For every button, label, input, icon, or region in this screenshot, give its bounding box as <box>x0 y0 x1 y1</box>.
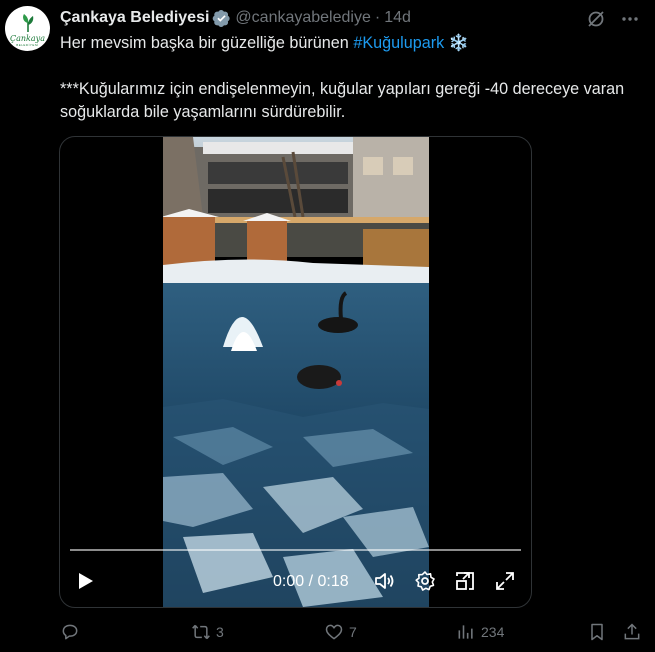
avatar-brand-text: Çankaya <box>10 33 45 43</box>
view-count: 234 <box>481 624 505 640</box>
tweet-time[interactable]: 14d <box>384 9 411 27</box>
bookmark-icon <box>591 623 603 641</box>
share-icon <box>624 623 640 640</box>
pip-icon[interactable] <box>454 570 476 592</box>
tweet: Çankaya BELEDİYESİ Çankaya Belediyesi @c… <box>0 0 655 652</box>
retweet-count: 3 <box>216 624 224 640</box>
separator-dot: · <box>374 9 381 26</box>
tweet-actions: 3 7 234 <box>0 622 655 646</box>
tweet-text-para2: ***Kuğularımız için endişelenmeyin, kuğu… <box>60 80 625 121</box>
like-icon <box>325 624 343 640</box>
snowflake-emoji-icon: ❄️ <box>448 34 469 52</box>
author-handle[interactable]: @cankayabelediye <box>235 9 370 27</box>
like-count: 7 <box>349 624 357 640</box>
views-icon <box>458 625 473 639</box>
retweet-icon <box>192 624 210 640</box>
grok-icon[interactable] <box>586 9 606 29</box>
video-timecode: 0:00 / 0:18 <box>273 573 349 590</box>
settings-icon[interactable] <box>414 570 436 592</box>
bookmark-button[interactable] <box>587 622 607 642</box>
verified-badge-icon[interactable] <box>212 9 231 28</box>
video-controls: 0:00 / 0:18 <box>60 565 531 599</box>
tweet-text-prefix: Her mevsim başka bir güzelliğe bürünen <box>60 34 354 52</box>
video-progress-bar[interactable] <box>70 549 521 551</box>
video-frame-illustration <box>163 137 429 607</box>
cankaya-leaf-logo-icon <box>22 13 33 32</box>
tweet-top-actions <box>586 9 640 29</box>
reply-button[interactable] <box>60 622 85 642</box>
tweet-text-line1: Her mevsim başka bir güzelliğe bürünen #… <box>60 32 630 55</box>
tweet-header: Çankaya Belediyesi @cankayabelediye · 14… <box>60 8 411 28</box>
video-frame[interactable] <box>163 137 429 607</box>
fullscreen-icon[interactable] <box>494 570 516 592</box>
video-player[interactable]: 0:00 / 0:18 <box>59 136 532 608</box>
avatar[interactable]: Çankaya BELEDİYESİ <box>5 6 50 51</box>
more-icon[interactable] <box>620 9 640 29</box>
retweet-button[interactable]: 3 <box>191 622 224 642</box>
tweet-text: Her mevsim başka bir güzelliğe bürünen #… <box>60 32 630 124</box>
reply-icon <box>62 624 78 640</box>
share-button[interactable] <box>622 622 642 642</box>
like-button[interactable]: 7 <box>324 622 357 642</box>
hashtag-link[interactable]: #Kuğulupark <box>353 34 444 52</box>
avatar-sub-text: BELEDİYESİ <box>16 42 39 47</box>
views-button[interactable]: 234 <box>456 622 504 642</box>
author-name[interactable]: Çankaya Belediyesi <box>60 9 209 27</box>
volume-icon[interactable] <box>373 570 395 592</box>
play-icon[interactable] <box>74 570 96 592</box>
